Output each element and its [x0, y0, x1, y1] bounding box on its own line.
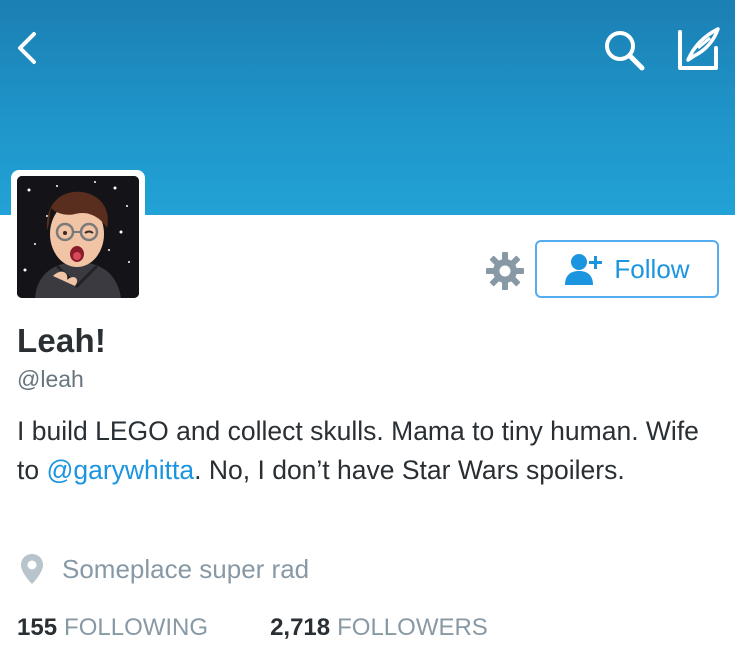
followers-stat[interactable]: 2,718 FOLLOWERS [270, 614, 488, 642]
follow-button[interactable]: Follow [535, 240, 719, 298]
following-count: 155 [17, 614, 58, 641]
following-stat[interactable]: 155 FOLLOWING [17, 614, 208, 642]
followers-count: 2,718 [270, 614, 331, 641]
profile-stats: 155 FOLLOWING 2,718 FOLLOWERS [17, 614, 488, 642]
back-button[interactable] [8, 26, 48, 70]
avatar[interactable] [11, 170, 145, 304]
chevron-left-icon [18, 32, 36, 64]
bio-mention-link[interactable]: @garywhitta [46, 455, 194, 485]
location-pin-icon [21, 554, 43, 584]
follow-button-label: Follow [614, 253, 690, 284]
search-icon [605, 31, 645, 71]
profile-bio: I build LEGO and collect skulls. Mama to… [17, 412, 717, 490]
avatar-image [17, 176, 139, 298]
compose-tweet-button[interactable] [670, 24, 726, 74]
bio-text: . No, I don’t have Star Wars spoilers. [194, 455, 625, 485]
settings-button[interactable] [483, 249, 527, 293]
location-text: Someplace super rad [62, 553, 310, 584]
profile-display-name: Leah! [17, 322, 107, 359]
compose-tweet-icon [678, 27, 720, 70]
following-label: FOLLOWING [64, 614, 209, 641]
followers-label: FOLLOWERS [337, 614, 488, 641]
profile-location: Someplace super rad [20, 553, 309, 585]
search-button[interactable] [600, 26, 648, 74]
profile-handle: @leah [17, 366, 84, 392]
add-user-icon [565, 254, 603, 285]
gear-icon [486, 252, 524, 290]
